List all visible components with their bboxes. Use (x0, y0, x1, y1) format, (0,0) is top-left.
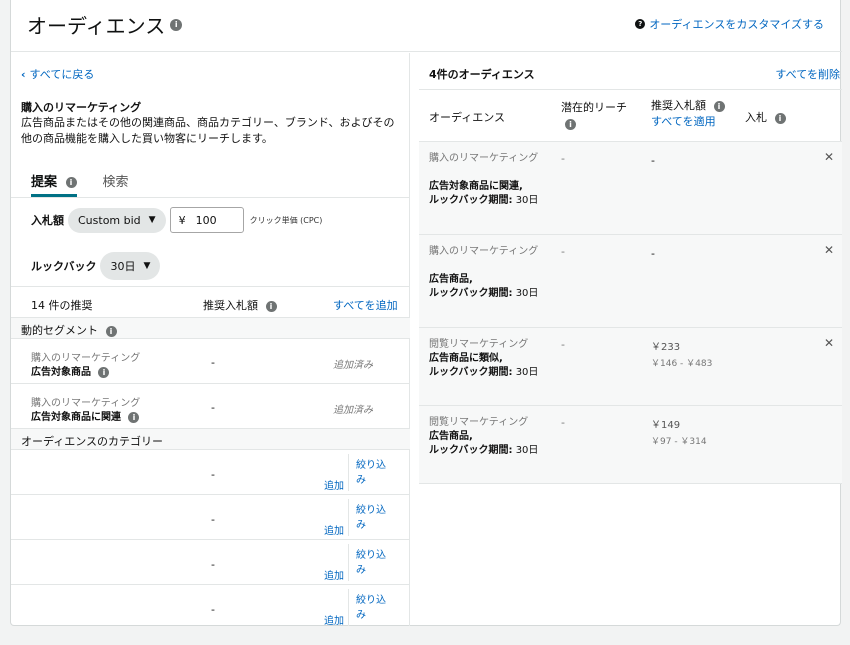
lookback-controls: ルックバック 30日 ▼ (31, 252, 161, 280)
info-icon[interactable]: i (265, 300, 277, 312)
panel-header: オーディエンス i ? オーディエンスをカスタマイズする (11, 0, 842, 52)
segment-header-dynamic: 動的セグメント i (11, 318, 410, 339)
added-status: 追加済み (333, 405, 373, 416)
info-icon[interactable]: i (65, 177, 77, 188)
selected-audiences-pane: 4件のオーディエンス すべてを削除 オーディエンス 潜在的リーチ i 推奨入札額 … (419, 53, 842, 626)
lookback-label: ルックバック (31, 260, 97, 273)
narrow-down-button[interactable]: 絞り込み (356, 458, 386, 488)
column-headers: オーディエンス 潜在的リーチ i 推奨入札額 i すべてを適用 入札 i (419, 90, 842, 142)
chevron-down-icon: ▼ (143, 261, 151, 271)
tab-search[interactable]: 検索 (103, 165, 129, 197)
add-button[interactable]: 追加 (324, 612, 344, 627)
add-button[interactable]: 追加 (324, 567, 344, 582)
remove-icon[interactable]: ✕ (824, 243, 834, 257)
apply-all-button[interactable]: すべてを適用 (651, 114, 725, 130)
bid-label: 入札額 (31, 214, 64, 227)
tab-suggestions[interactable]: 提案 i (31, 165, 77, 197)
audience-count: 4件のオーディエンス (429, 68, 535, 81)
selected-audience-row: 閲覧リマーケティング 広告商品, ルックバック期間: 30日 - ￥149 ￥97… (419, 406, 842, 484)
col-rec-bid: 推奨入札額 i すべてを適用 (651, 98, 725, 130)
remove-icon[interactable]: ✕ (824, 336, 834, 350)
info-icon[interactable]: i (105, 325, 117, 337)
chevron-left-icon: ‹ (21, 68, 26, 81)
info-icon[interactable]: i (98, 366, 110, 378)
list-item: 購入のリマーケティング 広告対象商品に関連 i - 追加済み (11, 384, 410, 429)
col-audience: オーディエンス (429, 111, 506, 124)
category-title: 購入のリマーケティング (21, 101, 142, 114)
rec-bid-header: 推奨入札額 i (203, 297, 277, 313)
table-row: - 追加 絞り込み (11, 450, 410, 495)
selected-audience-row: 購入のリマーケティング 広告対象商品に関連, ルックバック期間: 30日 - -… (419, 142, 842, 235)
selected-audience-row: 購入のリマーケティング 広告商品, ルックバック期間: 30日 - - ✕ (419, 235, 842, 328)
chevron-down-icon: ▼ (148, 215, 156, 225)
suggestion-count: 14 件の推奨 (31, 299, 93, 312)
bid-amount-input[interactable]: ¥100 (169, 207, 244, 233)
add-button[interactable]: 追加 (324, 522, 344, 537)
remove-icon[interactable]: ✕ (824, 150, 834, 164)
suggestions-header: 14 件の推奨 推奨入札額 i すべてを追加 (11, 286, 410, 318)
added-status: 追加済み (333, 360, 373, 371)
divider (348, 589, 349, 626)
info-icon[interactable]: i (713, 100, 725, 112)
suggestions-pane: ‹ すべてに戻る 購入のリマーケティング 広告商品またはその他の関連商品、商品カテ… (11, 53, 410, 627)
selected-audience-row: 閲覧リマーケティング 広告商品に類似, ルックバック期間: 30日 - ￥233… (419, 328, 842, 406)
table-row: - 追加 絞り込み (11, 585, 410, 630)
table-row: - 追加 絞り込み (11, 495, 410, 540)
lookback-dropdown[interactable]: 30日 ▼ (100, 252, 161, 280)
back-to-all-link[interactable]: ‹ すべてに戻る (21, 66, 94, 82)
category-description: 広告商品またはその他の関連商品、商品カテゴリー、ブランド、およびその他の商品機能… (21, 116, 395, 145)
help-icon: ? (635, 19, 646, 29)
narrow-down-button[interactable]: 絞り込み (356, 503, 386, 533)
col-bid: 入札 i (745, 109, 786, 125)
bid-type-dropdown[interactable]: Custom bid ▼ (68, 207, 166, 233)
info-icon[interactable]: i (565, 118, 576, 130)
info-icon[interactable]: i (170, 18, 183, 31)
divider (11, 197, 410, 198)
cpc-label: クリック単価 (CPC) (249, 215, 323, 225)
add-button[interactable]: 追加 (324, 477, 344, 492)
customize-audience-link[interactable]: ? オーディエンスをカスタマイズする (635, 16, 824, 32)
divider (348, 544, 349, 581)
list-item: 購入のリマーケティング 広告対象商品 i - 追加済み (11, 339, 410, 384)
narrow-down-button[interactable]: 絞り込み (356, 548, 386, 578)
segment-header-category: オーディエンスのカテゴリー (11, 429, 410, 450)
col-reach: 潜在的リーチ i (561, 101, 627, 130)
divider (348, 499, 349, 536)
page-title: オーディエンス i (27, 10, 183, 39)
bid-controls: 入札額 Custom bid ▼ ¥100 クリック単価 (CPC) (31, 207, 322, 233)
tab-bar: 提案 i 検索 (31, 165, 155, 197)
add-all-button[interactable]: すべてを追加 (333, 297, 398, 313)
divider (348, 454, 349, 491)
audience-panel: オーディエンス i ? オーディエンスをカスタマイズする ‹ すべてに戻る 購入の… (10, 0, 842, 627)
narrow-down-button[interactable]: 絞り込み (356, 593, 386, 623)
info-icon[interactable]: i (774, 112, 786, 124)
selected-header: 4件のオーディエンス すべてを削除 (419, 53, 842, 90)
info-icon[interactable]: i (128, 411, 140, 423)
table-row: - 追加 絞り込み (11, 540, 410, 585)
delete-all-button[interactable]: すべてを削除 (775, 66, 840, 82)
